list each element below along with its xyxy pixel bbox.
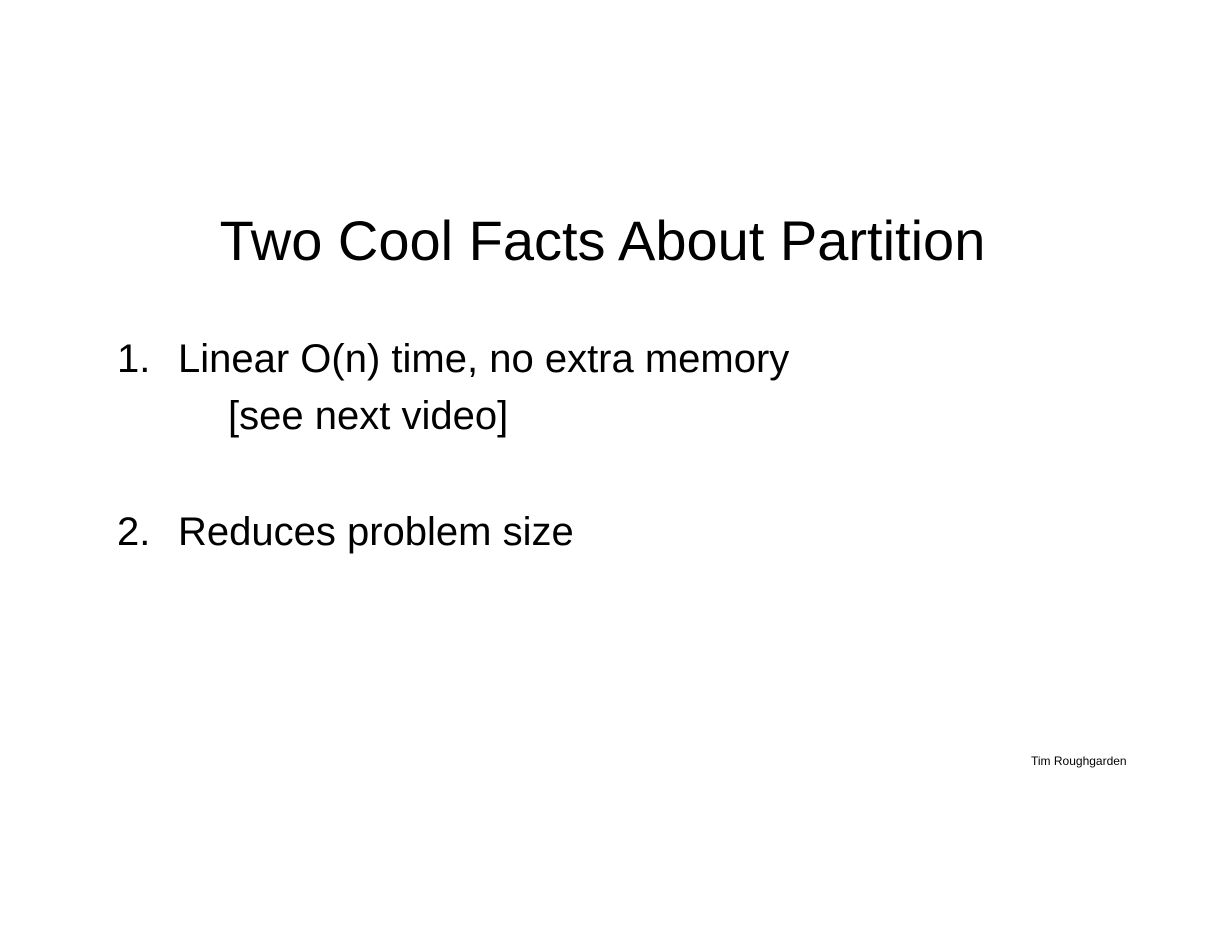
- list-item-2: 2. Reduces problem size: [117, 504, 574, 560]
- list-item-1-text: Linear O(n) time, no extra memory: [178, 337, 790, 381]
- list-item-2-number: 2.: [117, 510, 151, 554]
- slide: Two Cool Facts About Partition 1. Linear …: [0, 0, 1205, 929]
- list-item-1-number: 1.: [117, 337, 151, 381]
- list-item-1: 1. Linear O(n) time, no extra memory: [117, 331, 789, 387]
- author-footer: Tim Roughgarden: [1031, 754, 1127, 768]
- slide-title: Two Cool Facts About Partition: [219, 209, 986, 272]
- list-item-2-text: Reduces problem size: [178, 510, 574, 554]
- list-item-1-subtext: [see next video]: [228, 394, 509, 438]
